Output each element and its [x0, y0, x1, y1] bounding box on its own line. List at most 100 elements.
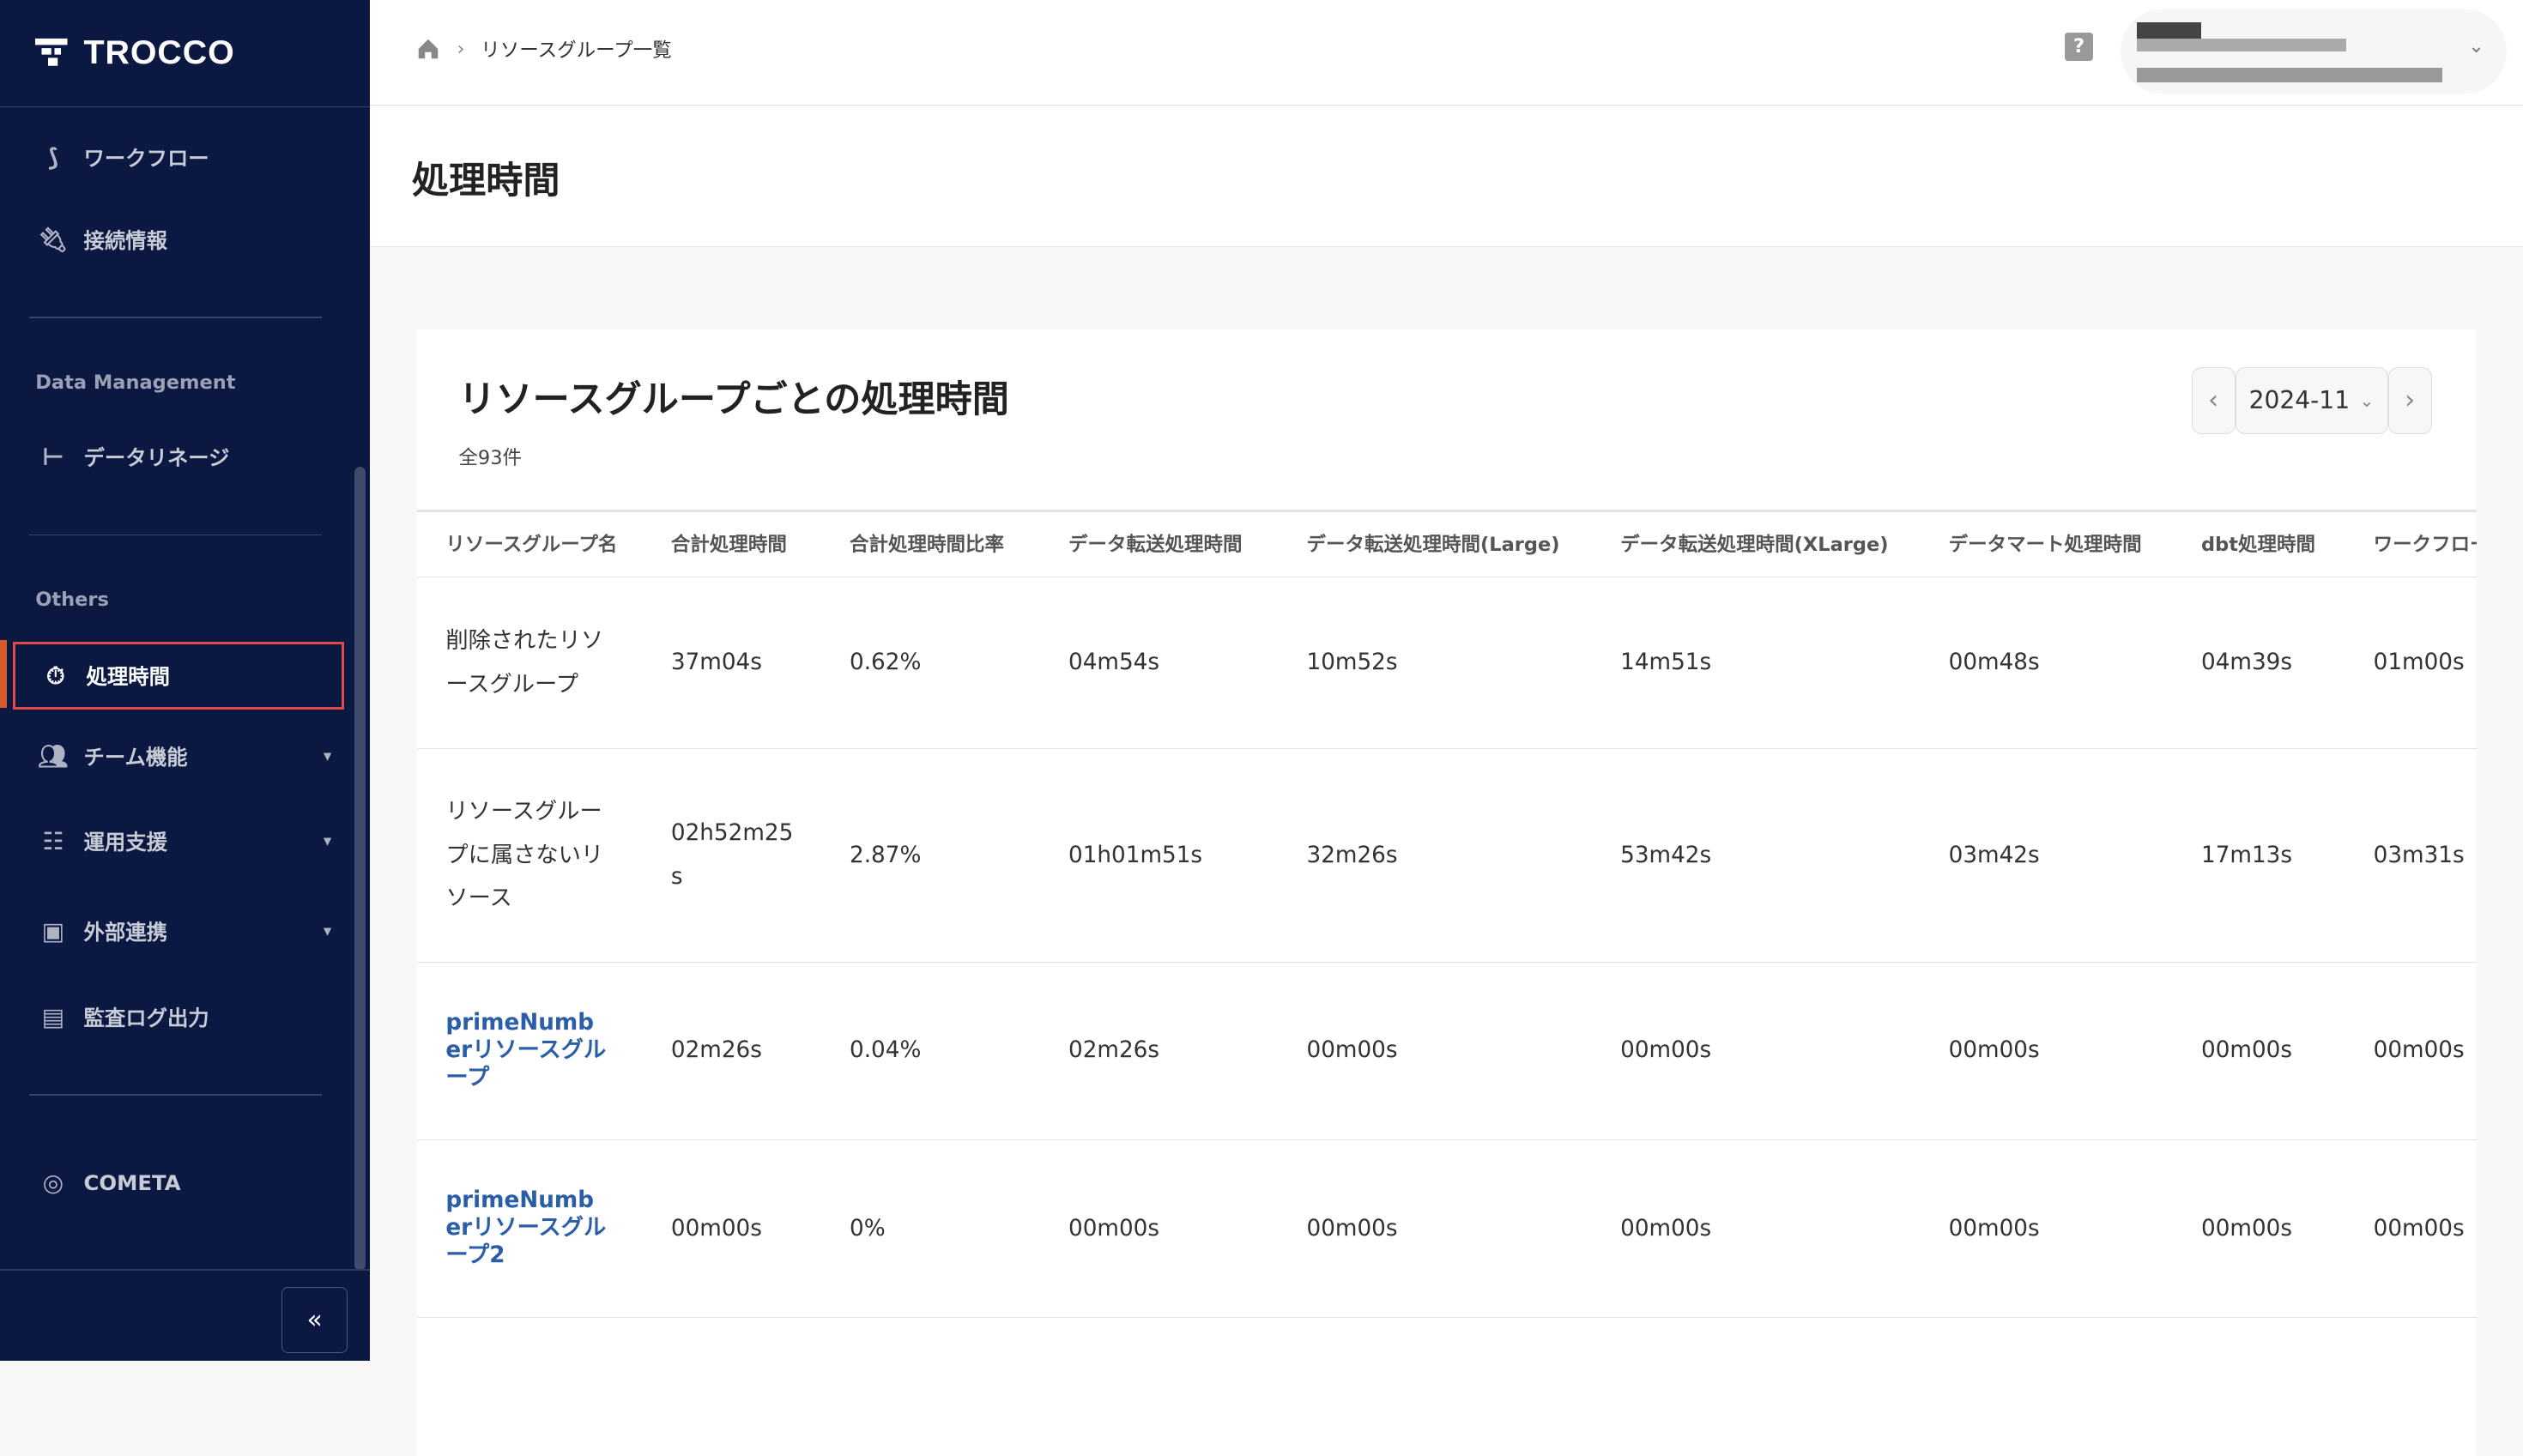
chevron-down-icon: ▾ — [323, 832, 332, 851]
table-cell: 2.87% — [850, 842, 922, 868]
table-cell: 01m00s — [2373, 649, 2465, 676]
column-header[interactable]: データマート処理時間 — [1949, 512, 2142, 577]
sidebar-item-cometa[interactable]: ◎ COMETA — [13, 1151, 344, 1215]
plug-icon: 🔌︎ — [38, 225, 69, 254]
stopwatch-icon: ⏱︎ — [45, 661, 65, 690]
cometa-icon: ◎ — [42, 1168, 64, 1197]
column-header[interactable]: データ転送処理時間(XLarge) — [1620, 512, 1888, 577]
table-cell: リソースグループに属さないリソース — [445, 798, 604, 912]
table-cell: 02m26s — [670, 1037, 762, 1064]
column-header[interactable]: データ転送処理時間(Large) — [1307, 512, 1560, 577]
logo[interactable]: TROCCO — [0, 0, 371, 107]
external-icon: ▣ — [41, 917, 65, 946]
table-cell: 00m48s — [1948, 649, 2040, 676]
table-cell: 0.62% — [850, 649, 922, 676]
page-header: 処理時間 — [370, 106, 2523, 247]
sidebar-item-operations[interactable]: ☷ 運用支援 ▾ — [13, 809, 344, 873]
trocco-logo-icon — [35, 39, 68, 66]
table-cell: 0.04% — [850, 1037, 922, 1064]
divider — [28, 317, 322, 319]
table-cell: 03m31s — [2373, 842, 2465, 868]
table-cell: 00m00s — [1620, 1037, 1712, 1064]
prev-month-button[interactable]: ‹ — [2191, 366, 2236, 435]
blurred-user-info — [2137, 22, 2201, 39]
sidebar-item-label: 監査ログ出力 — [83, 1005, 209, 1030]
table-cell: 32m26s — [1306, 842, 1398, 868]
sidebar-item-label: チーム機能 — [83, 744, 188, 770]
next-month-button[interactable]: › — [2387, 366, 2432, 435]
column-header[interactable]: ワークフロー — [2374, 512, 2477, 577]
column-header[interactable]: 合計処理時間 — [671, 512, 787, 577]
sidebar-item-label: データリネージ — [83, 445, 230, 470]
table-row: リソースグループに属さないリソース 02h52m25s 2.87% 01h01m51s… — [416, 749, 2477, 963]
divider — [28, 534, 322, 536]
sidebar-item-label: COMETA — [83, 1169, 181, 1195]
sidebar-item-processing-time[interactable]: ⏱︎ 処理時間 — [13, 642, 345, 710]
table-cell: 01h01m51s — [1068, 842, 1203, 868]
blurred-user-info — [2137, 67, 2443, 82]
processing-time-table: リソースグループ名 合計処理時間 合計処理時間比率 データ転送処理時間 データ転送処理時… — [416, 510, 2477, 1319]
topbar: › リソースグループ一覧 ? ⌄ — [370, 0, 2523, 106]
resource-group-link[interactable]: primeNumberリソースグループ2 — [445, 1187, 607, 1270]
table-row: primeNumberリソースグループ 02m26s 0.04% 02m26s 00m0… — [416, 963, 2477, 1140]
table-cell: primeNumberリソースグループ — [445, 963, 607, 1139]
home-icon[interactable] — [415, 36, 441, 62]
table-cell: 00m00s — [1948, 1037, 2040, 1064]
sidebar: TROCCO ⟆ ワークフロー 🔌︎ 接続情報 Data Management ⊢ デ… — [0, 0, 371, 1362]
column-header[interactable]: データ転送処理時間 — [1068, 512, 1243, 577]
sidebar-item-label: 接続情報 — [83, 227, 167, 253]
table-cell: 00m00s — [670, 1215, 762, 1242]
table-cell: 00m00s — [1948, 1215, 2040, 1242]
section-others: Others — [35, 589, 109, 612]
table-row: 削除されたリソースグループ 37m04s 0.62% 04m54s 10m52s 14m5… — [416, 577, 2477, 750]
section-data-management: Data Management — [35, 372, 236, 395]
table-cell: 00m00s — [2201, 1037, 2293, 1064]
sidebar-item-data-lineage[interactable]: ⊢ データリネージ — [13, 425, 344, 489]
column-header[interactable]: dbt処理時間 — [2201, 512, 2315, 577]
sidebar-item-label: 運用支援 — [83, 830, 167, 855]
sidebar-item-workflow[interactable]: ⟆ ワークフロー — [13, 125, 344, 190]
divider — [28, 1094, 322, 1096]
sidebar-scrollbar[interactable] — [354, 466, 366, 1272]
user-menu[interactable]: ⌄ — [2121, 9, 2508, 94]
table-cell: 00m00s — [1620, 1215, 1712, 1242]
table-header: リソースグループ名 合計処理時間 合計処理時間比率 データ転送処理時間 データ転送処理時… — [416, 512, 2477, 578]
table-cell: 04m54s — [1068, 649, 1160, 676]
table-cell: 03m42s — [1948, 842, 2040, 868]
table-cell: 削除されたリソースグループ — [445, 628, 604, 698]
breadcrumb-item[interactable]: リソースグループ一覧 — [481, 35, 672, 63]
sidebar-item-audit-log[interactable]: ▤ 監査ログ出力 — [13, 985, 344, 1049]
chevron-down-icon: ⌄ — [2468, 35, 2484, 58]
table-cell: 0% — [850, 1215, 886, 1242]
table-cell: 00m00s — [2373, 1215, 2465, 1242]
lineage-icon: ⊢ — [42, 443, 64, 471]
chevron-down-icon: ▾ — [323, 746, 332, 765]
table-cell: 00m00s — [2201, 1215, 2293, 1242]
table-cell: 37m04s — [670, 649, 762, 676]
logo-text: TROCCO — [83, 33, 235, 72]
column-header[interactable]: リソースグループ名 — [445, 512, 617, 577]
month-picker: ‹ 2024-11 ⌄ › — [2191, 366, 2432, 435]
sidebar-item-label: 処理時間 — [86, 664, 170, 689]
divider — [0, 1269, 371, 1272]
collapse-sidebar-button[interactable]: « — [281, 1287, 348, 1353]
sidebar-item-label: ワークフロー — [83, 146, 209, 172]
table-cell: 14m51s — [1620, 649, 1712, 676]
help-icon[interactable]: ? — [2064, 32, 2094, 62]
table-cell: primeNumberリソースグループ2 — [445, 1140, 607, 1317]
sidebar-item-label: 外部連携 — [83, 920, 167, 945]
sidebar-item-team[interactable]: 👥︎ チーム機能 ▾ — [13, 724, 344, 788]
table-row: primeNumberリソースグループ2 00m00s 0% 00m00s 00m00s… — [416, 1140, 2477, 1319]
team-icon: 👥︎ — [38, 741, 69, 770]
audit-log-icon: ▤ — [41, 1002, 65, 1031]
column-header[interactable]: 合計処理時間比率 — [850, 512, 1004, 577]
sidebar-item-connections[interactable]: 🔌︎ 接続情報 — [13, 208, 344, 272]
table-cell: 17m13s — [2201, 842, 2293, 868]
chevron-down-icon: ⌄ — [2359, 390, 2375, 411]
sidebar-item-external[interactable]: ▣ 外部連携 ▾ — [13, 899, 344, 964]
blurred-user-info — [2137, 39, 2346, 51]
resource-group-link[interactable]: primeNumberリソースグループ — [445, 1010, 607, 1092]
table-cell: 53m42s — [1620, 842, 1712, 868]
month-select[interactable]: 2024-11 ⌄ — [2235, 366, 2388, 435]
total-count: 全93件 — [458, 446, 523, 469]
